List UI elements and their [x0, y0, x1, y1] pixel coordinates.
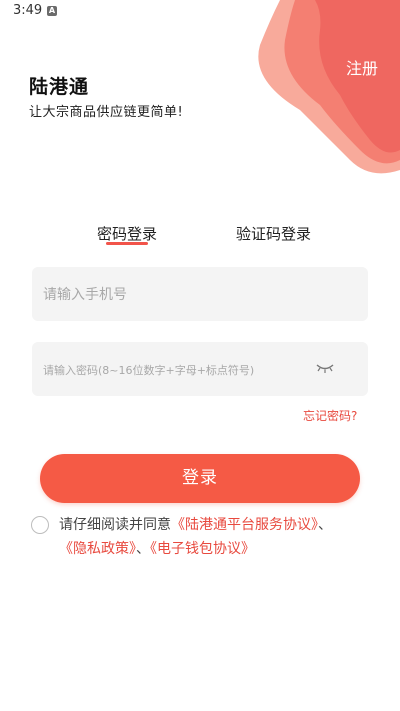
tab-active-indicator: [106, 242, 148, 245]
password-input[interactable]: [41, 342, 305, 398]
register-link[interactable]: 注册: [346, 55, 378, 79]
wallet-agreement-link[interactable]: 《电子钱包协议》: [150, 541, 255, 557]
agreement-prefix: 请仔细阅读并同意: [59, 517, 171, 533]
agreement-separator: 、: [136, 541, 150, 557]
status-time: 3:49: [13, 3, 43, 18]
eye-closed-icon[interactable]: [316, 361, 334, 375]
forgot-password-link[interactable]: 忘记密码?: [303, 407, 357, 424]
tab-password-login[interactable]: 密码登录: [97, 223, 157, 244]
phone-input[interactable]: [41, 267, 345, 323]
agreement-text-line2: 《隐私政策》、《电子钱包协议》: [59, 538, 255, 558]
login-button[interactable]: 登录: [40, 454, 360, 503]
password-field: [32, 342, 368, 398]
agreement-separator: 、: [318, 517, 332, 533]
tab-code-login[interactable]: 验证码登录: [236, 223, 311, 244]
slogan: 让大宗商品供应链更简单!: [29, 105, 184, 120]
brand-logo: 陆港通: [29, 76, 90, 98]
agreement-checkbox[interactable]: [31, 516, 49, 534]
phone-field: [32, 267, 368, 323]
decorative-blob: [258, 0, 400, 174]
notification-badge-icon: A: [47, 6, 57, 16]
agreement-text: 请仔细阅读并同意《陆港通平台服务协议》、: [59, 514, 332, 534]
platform-agreement-link[interactable]: 《陆港通平台服务协议》: [171, 517, 318, 533]
privacy-policy-link[interactable]: 《隐私政策》: [59, 541, 136, 557]
